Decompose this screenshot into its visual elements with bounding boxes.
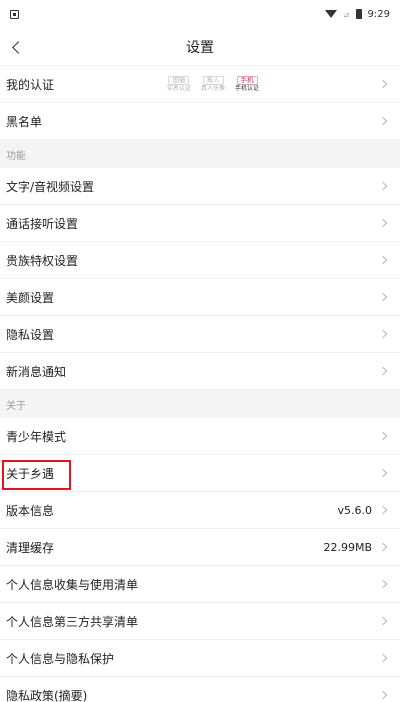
badge-label: 实名认证 — [166, 85, 191, 93]
badge-icon-label: 真人 — [202, 75, 224, 86]
row-noble-settings[interactable]: 贵族特权设置 — [0, 242, 400, 279]
row-clear-cache[interactable]: 清理缓存 22.99MB — [0, 529, 400, 566]
nav-bar: 设置 — [0, 28, 400, 66]
version-value: v5.6.0 — [337, 503, 373, 517]
row-beauty-settings[interactable]: 美颜设置 — [0, 279, 400, 316]
chevron-right-icon — [378, 255, 388, 265]
row-label: 关于乡遇 — [6, 466, 55, 481]
chevron-right-icon — [378, 468, 388, 478]
section-header-about: 关于 — [0, 390, 400, 418]
settings-list: 我的认证 国徽 实名认证 真人 真人头像 手机 手机认证 黑名单 功能 文字/音… — [0, 66, 400, 702]
row-text-av-settings[interactable]: 文字/音视频设置 — [0, 168, 400, 205]
badge-label: 真人头像 — [201, 85, 226, 93]
row-privacy-settings[interactable]: 隐私设置 — [0, 316, 400, 353]
chevron-right-icon — [378, 218, 388, 228]
chevron-right-icon — [378, 653, 388, 663]
row-about-app[interactable]: 关于乡遇 — [0, 455, 400, 492]
row-label: 隐私设置 — [6, 327, 55, 342]
chevron-right-icon — [378, 181, 388, 191]
status-bar: ⊿ 9:29 — [0, 0, 400, 28]
row-blacklist[interactable]: 黑名单 — [0, 103, 400, 140]
row-label: 美颜设置 — [6, 290, 55, 305]
chevron-right-icon — [378, 505, 388, 515]
row-youth-mode[interactable]: 青少年模式 — [0, 418, 400, 455]
badge-icon-label: 手机 — [236, 75, 258, 86]
row-label: 个人信息第三方共享清单 — [6, 614, 139, 629]
status-icons: ⊿ 9:29 — [324, 8, 390, 20]
row-label: 新消息通知 — [6, 364, 67, 379]
row-label: 个人信息与隐私保护 — [6, 651, 115, 666]
row-label: 隐私政策(摘要) — [6, 688, 88, 702]
id-auth-badge: 国徽 实名认证 — [166, 75, 191, 93]
notification-icon — [10, 9, 19, 19]
wifi-icon — [324, 10, 337, 18]
chevron-right-icon — [378, 329, 388, 339]
avatar-auth-badge: 真人 真人头像 — [201, 75, 226, 93]
row-label: 贵族特权设置 — [6, 253, 79, 268]
badge-icon-label: 国徽 — [168, 75, 190, 86]
chevron-right-icon — [378, 616, 388, 626]
row-label: 清理缓存 — [6, 540, 55, 555]
row-version-info[interactable]: 版本信息 v5.6.0 — [0, 492, 400, 529]
row-label: 我的认证 — [6, 77, 55, 92]
signal-icon: ⊿ — [342, 9, 350, 19]
chevron-right-icon — [378, 292, 388, 302]
phone-auth-badge: 手机 手机认证 — [235, 75, 260, 93]
chevron-right-icon — [378, 431, 388, 441]
badge-label: 手机认证 — [235, 85, 260, 93]
row-privacy-policy-summary[interactable]: 隐私政策(摘要) — [0, 677, 400, 702]
auth-badges: 国徽 实名认证 真人 真人头像 手机 手机认证 — [166, 75, 260, 93]
battery-icon — [355, 9, 362, 19]
row-label: 个人信息收集与使用清单 — [6, 577, 139, 592]
row-info-collection-list[interactable]: 个人信息收集与使用清单 — [0, 566, 400, 603]
row-label: 青少年模式 — [6, 429, 67, 444]
chevron-right-icon — [378, 542, 388, 552]
back-arrow-icon[interactable] — [8, 37, 28, 57]
row-new-message-notify[interactable]: 新消息通知 — [0, 353, 400, 390]
row-label: 文字/音视频设置 — [6, 179, 95, 194]
chevron-right-icon — [378, 579, 388, 589]
row-label: 版本信息 — [6, 503, 55, 518]
cache-size-value: 22.99MB — [323, 540, 372, 554]
row-privacy-protection[interactable]: 个人信息与隐私保护 — [0, 640, 400, 677]
row-label: 通话接听设置 — [6, 216, 79, 231]
row-my-auth[interactable]: 我的认证 国徽 实名认证 真人 真人头像 手机 手机认证 — [0, 66, 400, 103]
chevron-right-icon — [378, 79, 388, 89]
chevron-right-icon — [378, 366, 388, 376]
chevron-right-icon — [378, 116, 388, 126]
section-header-function: 功能 — [0, 140, 400, 168]
row-third-party-share-list[interactable]: 个人信息第三方共享清单 — [0, 603, 400, 640]
chevron-right-icon — [378, 690, 388, 700]
status-time: 9:29 — [367, 8, 390, 20]
row-label: 黑名单 — [6, 114, 43, 129]
page-title: 设置 — [186, 39, 214, 56]
row-call-settings[interactable]: 通话接听设置 — [0, 205, 400, 242]
